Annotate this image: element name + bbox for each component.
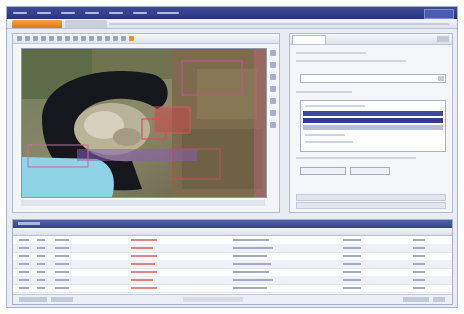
pan-icon[interactable]: [270, 74, 276, 80]
app-window: [6, 6, 458, 308]
list-item[interactable]: [305, 105, 365, 107]
map-panel: [12, 33, 280, 213]
tab-active[interactable]: [12, 20, 62, 28]
measure-icon[interactable]: [270, 98, 276, 104]
table-footer: [13, 294, 452, 304]
menu-item[interactable]: [157, 12, 179, 14]
clear-button[interactable]: [350, 167, 390, 175]
panel-text-line: [296, 91, 352, 93]
logo-badge: [424, 9, 454, 19]
layer-select[interactable]: [300, 74, 446, 83]
menu-item[interactable]: [133, 12, 147, 14]
menu-item[interactable]: [13, 12, 27, 14]
page-prev-button[interactable]: [19, 297, 47, 302]
list-item-selected[interactable]: [303, 111, 443, 116]
list-item[interactable]: [303, 125, 443, 130]
map-image: [22, 49, 266, 197]
tool-button[interactable]: [57, 36, 62, 41]
panel-tab-active[interactable]: [292, 35, 326, 44]
tool-button[interactable]: [65, 36, 70, 41]
tool-button[interactable]: [97, 36, 102, 41]
menu-bar: [7, 7, 457, 19]
map-toolbar: [13, 34, 279, 44]
select-icon[interactable]: [270, 110, 276, 116]
satellite-map[interactable]: [21, 48, 267, 198]
tab-bar: [7, 19, 457, 29]
menu-item[interactable]: [37, 12, 51, 14]
table-header-row: [13, 228, 452, 236]
feature-list[interactable]: [300, 100, 446, 152]
panel-close-button[interactable]: [437, 36, 449, 42]
properties-panel: [289, 33, 453, 213]
table-title: [18, 222, 40, 225]
tab-inactive[interactable]: [65, 20, 107, 28]
panel-text-line: [296, 157, 416, 159]
panel-section-header[interactable]: [296, 194, 446, 201]
tool-button[interactable]: [33, 36, 38, 41]
page-info: [183, 297, 243, 302]
panel-text-line: [296, 52, 366, 54]
zoom-in-icon[interactable]: [270, 50, 276, 56]
tool-button[interactable]: [73, 36, 78, 41]
menu-item[interactable]: [109, 12, 123, 14]
tool-button[interactable]: [105, 36, 110, 41]
tool-button[interactable]: [121, 36, 126, 41]
page-next-button[interactable]: [51, 297, 73, 302]
menu-item[interactable]: [61, 12, 75, 14]
tool-button[interactable]: [81, 36, 86, 41]
menu-item[interactable]: [85, 12, 99, 14]
export-button[interactable]: [403, 297, 429, 302]
tool-button[interactable]: [49, 36, 54, 41]
panel-text-line: [296, 60, 406, 62]
apply-button[interactable]: [300, 167, 346, 175]
info-icon[interactable]: [270, 122, 276, 128]
panel-section-header[interactable]: [296, 202, 446, 209]
chevron-down-icon: [438, 76, 444, 81]
panel-tabs: [290, 34, 452, 45]
zoom-out-icon[interactable]: [270, 62, 276, 68]
layers-icon[interactable]: [270, 86, 276, 92]
tool-button[interactable]: [113, 36, 118, 41]
map-side-tools: [270, 50, 276, 190]
tool-button[interactable]: [41, 36, 46, 41]
map-status-bar: [21, 200, 265, 206]
tool-button[interactable]: [25, 36, 30, 41]
list-item[interactable]: [305, 141, 353, 143]
table-row[interactable]: [13, 284, 452, 293]
refresh-button[interactable]: [433, 297, 445, 302]
list-item[interactable]: [305, 134, 345, 136]
tool-button[interactable]: [89, 36, 94, 41]
table-title-bar: [13, 220, 452, 228]
active-tool-button[interactable]: [129, 36, 134, 41]
tool-button[interactable]: [17, 36, 22, 41]
results-table: [12, 219, 453, 305]
list-item-selected[interactable]: [303, 118, 443, 123]
tab-strip: [109, 23, 449, 25]
